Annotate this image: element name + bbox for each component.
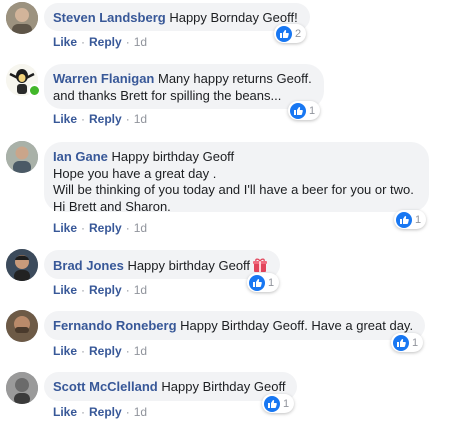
like-link[interactable]: Like [53,344,77,358]
comment-bubble: Scott McClelland Happy Birthday Geoff [44,372,298,401]
comment-actions: Like · Reply · 1d [53,35,147,49]
online-status-indicator [28,84,41,97]
comment-text: Many happy returns Geoff. [158,71,312,86]
comment-bubble: Ian Gane Happy birthday Geoff Hope you h… [44,142,429,214]
separator: · [125,35,130,49]
avatar[interactable] [6,310,38,342]
comment-bubble: Fernando Roneberg Happy Birthday Geoff. … [44,311,426,340]
reply-link[interactable]: Reply [89,344,122,358]
comment-text: Happy birthday Geoff [111,149,235,164]
reaction-summary[interactable]: 1 [394,210,427,229]
timestamp[interactable]: 1d [134,221,147,235]
separator: · [81,283,86,297]
comment-author[interactable]: Scott McClelland [53,379,158,394]
separator: · [81,35,86,49]
comment-author[interactable]: Ian Gane [53,149,108,164]
separator: · [125,344,130,358]
reply-link[interactable]: Reply [89,35,122,49]
timestamp[interactable]: 1d [134,405,147,419]
gift-emoji-icon [252,257,268,273]
timestamp[interactable]: 1d [134,344,147,358]
separator: · [125,221,130,235]
reaction-summary[interactable]: 2 [274,24,307,43]
like-link[interactable]: Like [53,221,77,235]
reaction-summary[interactable]: 1 [391,333,424,352]
comment-text: Hope you have a great day . [53,165,217,181]
avatar[interactable] [6,2,38,34]
like-icon [290,102,306,119]
comment-author[interactable]: Steven Landsberg [53,10,166,25]
separator: · [125,283,130,297]
comment-actions: Like · Reply · 1d [53,405,147,419]
separator: · [81,405,86,419]
comment-text: and thanks Brett for spilling the beans.… [53,87,282,103]
comment-text: Happy birthday Geoff [127,258,251,273]
like-icon [393,334,409,351]
like-link[interactable]: Like [53,112,77,126]
separator: · [81,344,86,358]
comment-actions: Like · Reply · 1d [53,344,147,358]
separator: · [125,405,130,419]
reaction-count: 2 [295,27,302,40]
reaction-summary[interactable]: 1 [262,394,295,413]
avatar[interactable] [6,141,38,173]
avatar[interactable] [6,249,38,281]
reply-link[interactable]: Reply [89,283,122,297]
reaction-count: 1 [283,397,290,410]
like-link[interactable]: Like [53,283,77,297]
timestamp[interactable]: 1d [134,283,147,297]
comment-text: Happy Birthday Geoff [161,379,286,394]
comment-text: Happy Birthday Geoff. Have a great day. [180,318,414,333]
timestamp[interactable]: 1d [134,35,147,49]
like-icon [396,211,412,228]
like-icon [249,274,265,291]
reaction-summary[interactable]: 1 [288,101,321,120]
comment-author[interactable]: Fernando Roneberg [53,318,177,333]
reply-link[interactable]: Reply [89,405,122,419]
reaction-count: 1 [412,336,419,349]
comment-author[interactable]: Brad Jones [53,258,124,273]
reaction-count: 1 [268,276,275,289]
reaction-summary[interactable]: 1 [247,273,280,292]
like-icon [276,25,292,42]
comment-author[interactable]: Warren Flanigan [53,71,154,86]
like-link[interactable]: Like [53,35,77,49]
comment-text: Hi Brett and Sharon. [53,198,171,214]
comment-bubble: Steven Landsberg Happy Bornday Geoff! [44,3,310,31]
comment-text: Happy Bornday Geoff! [169,10,298,25]
like-icon [264,395,280,412]
comment-actions: Like · Reply · 1d [53,221,147,235]
comment-bubble: Warren Flanigan Many happy returns Geoff… [44,64,324,109]
timestamp[interactable]: 1d [134,112,147,126]
comment-actions: Like · Reply · 1d [53,112,147,126]
reply-link[interactable]: Reply [89,112,122,126]
avatar[interactable] [6,372,38,404]
reply-link[interactable]: Reply [89,221,122,235]
comment-bubble: Brad Jones Happy birthday Geoff [44,250,281,279]
reaction-count: 1 [309,104,316,117]
like-link[interactable]: Like [53,405,77,419]
comment-text: Will be thinking of you today and I'll h… [53,182,414,197]
separator: · [81,112,86,126]
reaction-count: 1 [415,213,422,226]
separator: · [81,221,86,235]
comment-actions: Like · Reply · 1d [53,283,147,297]
separator: · [125,112,130,126]
